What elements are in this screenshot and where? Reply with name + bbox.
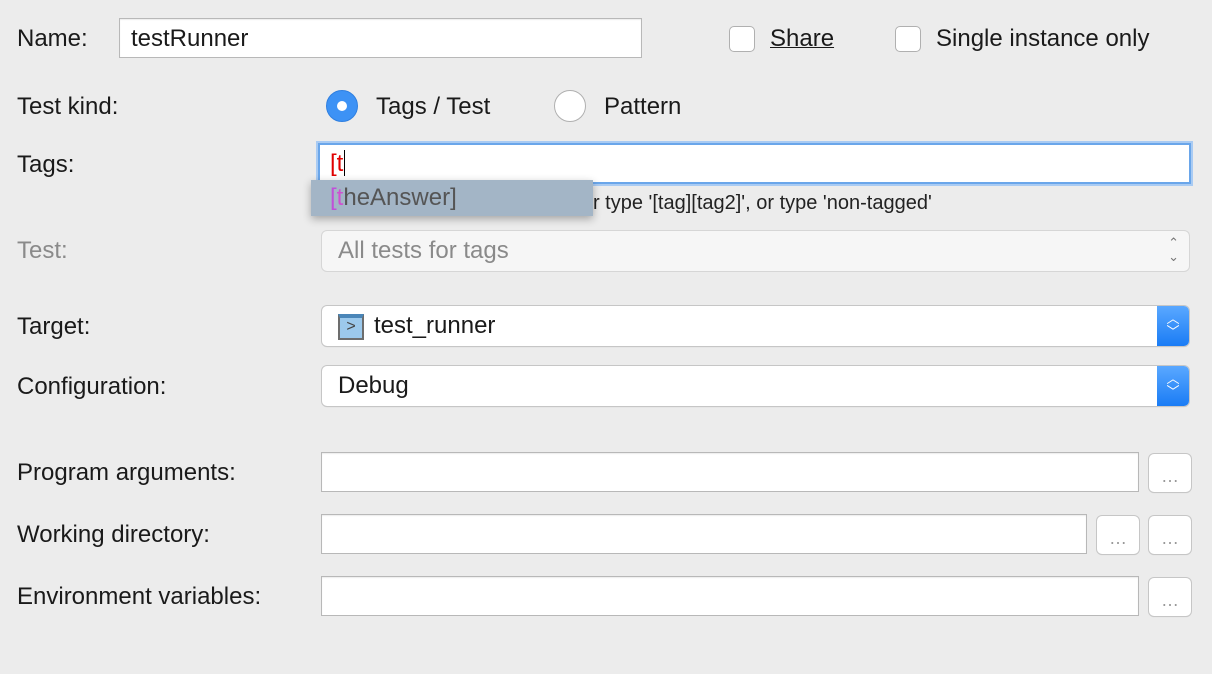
test-kind-label: Test kind: [17,93,119,120]
name-value: testRunner [131,25,249,52]
autocomplete-bracket: [ [330,184,337,211]
share-checkbox[interactable] [729,26,755,52]
environment-variables-label: Environment variables: [17,583,262,610]
radio-pattern[interactable] [554,90,586,122]
environment-variables-browse-button[interactable]: … [1149,578,1191,616]
updown-icon[interactable]: ︿ ﹀ [1157,366,1189,406]
tags-value-bracket: [ [330,150,337,177]
working-directory-macro-button[interactable]: … [1149,516,1191,554]
terminal-icon: > [338,314,364,340]
target-select[interactable]: > test_runner ︿ ﹀ [322,306,1189,346]
autocomplete-rest: heAnswer] [343,184,457,211]
radio-tags-test-label[interactable]: Tags / Test [376,92,490,122]
single-instance-label[interactable]: Single instance only [936,24,1149,54]
radio-tags-test[interactable] [326,90,358,122]
working-directory-label: Working directory: [17,521,210,548]
radio-pattern-label[interactable]: Pattern [604,92,681,122]
configuration-value: Debug [338,372,409,399]
updown-icon: ⌃ ⌄ [1168,235,1179,264]
target-label: Target: [17,313,91,340]
test-value: All tests for tags [338,237,509,264]
tags-label: Tags: [17,151,75,178]
tags-input[interactable]: [t [318,143,1191,184]
name-label: Name: [17,25,88,52]
configuration-select[interactable]: Debug ︿ ﹀ [322,366,1189,406]
test-select: All tests for tags ⌃ ⌄ [322,231,1189,271]
configuration-label: Configuration: [17,373,167,400]
autocomplete-item[interactable]: [theAnswer] [311,180,593,216]
working-directory-input[interactable] [321,514,1087,554]
tags-value: [t [330,149,346,179]
program-arguments-input[interactable] [321,452,1139,492]
share-label[interactable]: Share [770,24,834,54]
working-directory-browse-button[interactable]: … [1097,516,1139,554]
single-instance-checkbox[interactable] [895,26,921,52]
program-arguments-browse-button[interactable]: … [1149,454,1191,492]
updown-icon[interactable]: ︿ ﹀ [1157,306,1189,346]
tags-value-rest: t [336,150,344,177]
name-input[interactable]: testRunner [119,18,642,58]
program-arguments-label: Program arguments: [17,459,236,486]
text-cursor [344,150,346,176]
test-label: Test: [17,237,68,264]
target-value: test_runner [374,312,496,339]
environment-variables-input[interactable] [321,576,1139,616]
